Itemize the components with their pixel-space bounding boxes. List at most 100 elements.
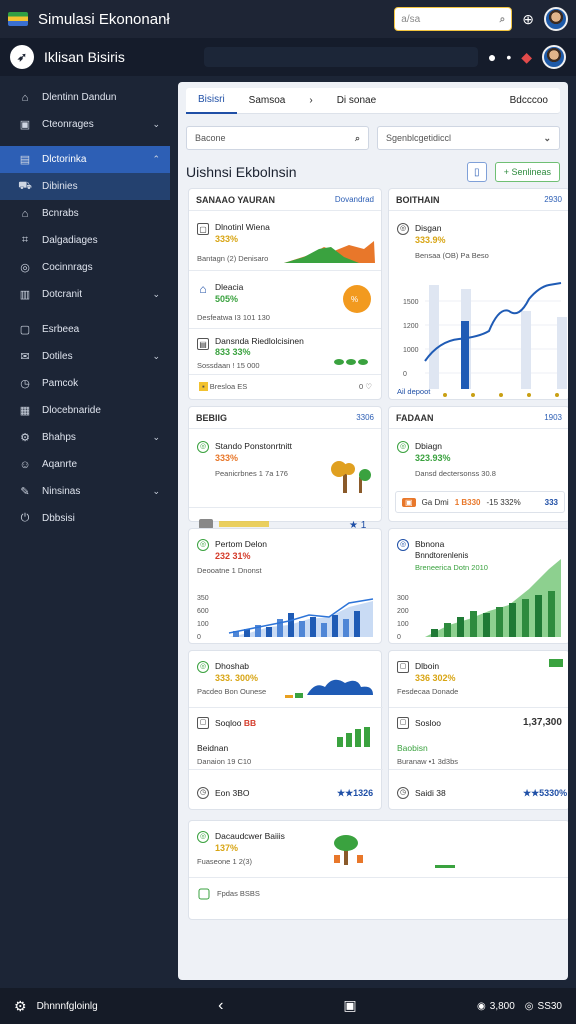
sidebar-item-aqanrte[interactable]: ☺ Aqanrte [0, 451, 170, 478]
sidebar-item-dlocebnaride[interactable]: ▦ Dlocebnaride [0, 397, 170, 424]
sidebar-item-dotiles[interactable]: ✉ Dotiles ⌄ [0, 343, 170, 370]
card-title: FADAAN [396, 412, 434, 423]
pen-icon: ✎ [20, 486, 30, 498]
sidebar-item-dlentinn-dandun[interactable]: ⌂ Dlentinn Dandun [0, 84, 170, 111]
card-products: BEBIIG 3306 ◎ Stando Ponstonrtnitt 333% P… [188, 406, 383, 531]
row-sub: Buranaw •1 3d3bs [397, 757, 458, 766]
card-footer-link[interactable]: Ail depoot [397, 387, 430, 396]
summary-end: 333 [544, 497, 558, 507]
sidebar-item-dibinies[interactable]: ⛟ Dibinies [0, 173, 170, 200]
sidebar-item-dalgadiages[interactable]: ⌗ Dalgadiages [0, 227, 170, 254]
card-link[interactable]: 3306 [356, 413, 374, 422]
chart-bar [266, 627, 272, 637]
status-icon-2: ◎ [524, 1000, 534, 1012]
sidebar-item-ninsinas[interactable]: ✎ Ninsinas ⌄ [0, 478, 170, 505]
chart-bar [535, 595, 542, 637]
chart-bar [288, 613, 294, 637]
pin-icon[interactable]: • [506, 49, 511, 65]
chart-bar [461, 321, 469, 389]
y-tick-label: 600 [197, 608, 209, 615]
settings-button[interactable]: ▯ [466, 162, 487, 182]
sidebar-item-label: Esrbeea [42, 324, 80, 335]
tab-bar: Bisisri Samsoa › Di sonae Bdcccoo [186, 88, 560, 114]
brand-name: Iklisan Bisiris [44, 49, 125, 65]
search-icon: ⌕ [499, 13, 506, 25]
card-growth: BOITHAIN 2930 ◎ Disgan 333.9% Bensaa (OB)… [388, 188, 568, 400]
footer-badge: 0 ♡ [359, 382, 372, 391]
sidebar-item-dotcranit[interactable]: ▥ Dotcranit ⌄ [0, 281, 170, 308]
sidebar-item-bcnrabs[interactable]: ⌂ Bcnrabs [0, 200, 170, 227]
back-icon[interactable]: ‹ [218, 997, 223, 1015]
search-icon: ⌕ [354, 132, 360, 143]
top-search-input[interactable]: a/sa ⌕ [394, 7, 513, 31]
user-avatar[interactable] [542, 45, 566, 69]
chart-bar [310, 617, 316, 637]
chevron-right-icon: › [309, 95, 313, 106]
gear-icon[interactable]: ⚙ [14, 998, 27, 1015]
home-icon: ⌂ [21, 91, 29, 104]
sidebar-item-bhahps[interactable]: ⚙ Bhahps ⌄ [0, 424, 170, 451]
chart-bar [470, 611, 477, 637]
y-tick-label: 100 [397, 621, 409, 628]
search-input[interactable]: Bacone ⌕ [186, 126, 369, 150]
download-icon[interactable]: ⊕ [522, 11, 534, 28]
sidebar-item-cocinnrags[interactable]: ◎ Cocinnrags [0, 254, 170, 281]
card-link[interactable]: 1903 [544, 413, 562, 422]
summary-value: 1 B330 [454, 497, 481, 507]
sidebar-item-dlctorinka[interactable]: ▤ Dlctorinka ⌃ [0, 146, 170, 173]
card-title: BOITHAIN [396, 194, 440, 205]
y-tick-label: 1200 [403, 323, 419, 330]
card-plantation: ◎ Dacaudcwer Baiiis 137% Fuaseone 1 2(3)… [188, 820, 568, 920]
clock-icon: ◷ [397, 787, 409, 799]
list-item: ▢ Dlnotinl Wiena 333% Bantagn (2) Denisa… [189, 211, 381, 271]
green-action-button[interactable]: + Senlineas [494, 162, 560, 182]
row-name: Baobisn [397, 743, 428, 753]
sidebar-item-dbbsisi[interactable]: ⏻ Dbbsisi [0, 505, 170, 532]
y-tick-label: 100 [197, 621, 209, 628]
card-inventory: ◎ Dhoshab 333. 300% Pacdeo Bon Ounese ▢ … [188, 650, 383, 810]
sidebar: ⌂ Dlentinn Dandun ▣ Cteonrages ⌄ ▤ Dlctorinka ⌃… [0, 76, 170, 988]
chart-bar [557, 317, 567, 389]
card-link[interactable]: Dovandrad [335, 195, 374, 204]
app-title: Simulasi Ekononanł [38, 10, 170, 28]
card-footer: ▪ Bresloa ES 0 ♡ [189, 375, 381, 399]
cloud-area-chart [189, 679, 383, 770]
sidebar-item-label: Dotcranit [42, 289, 83, 300]
sidebar-item-esrbeea[interactable]: ▢ Esrbeea [0, 316, 170, 343]
main-area: Bisisri Samsoa › Di sonae Bdcccoo Bacone… [170, 76, 576, 988]
chart-bar [431, 629, 438, 637]
area-mini-chart [284, 241, 375, 263]
help-icon[interactable]: ● [488, 49, 496, 65]
summary-pct: -15 332% [486, 497, 521, 507]
sidebar-item-cteonrages[interactable]: ▣ Cteonrages ⌄ [0, 111, 170, 138]
x-tick-dot [499, 393, 503, 397]
y-tick-label: 1500 [403, 299, 419, 306]
card-sales: SANAAO YAURAN Dovandrad ▢ Dlnotinl Wiena … [188, 188, 382, 400]
y-tick-label: 200 [397, 608, 409, 615]
category-select[interactable]: Sgenblcgetidiccl ⌄ [377, 126, 560, 150]
home-button-icon[interactable]: ▣ [343, 997, 356, 1015]
card-revenue-chart: ◎ Pertom Delon 232 31% Deooatne 1 Dnonst… [188, 528, 382, 644]
tab-bisisri[interactable]: Bisisri [186, 88, 237, 114]
card-link[interactable]: 2930 [544, 195, 562, 204]
chevron-down-icon: ⌄ [152, 119, 160, 129]
tab-samsoa[interactable]: Samsoa [237, 88, 298, 114]
x-tick-dot [471, 393, 475, 397]
tag-icon: ⌗ [21, 234, 29, 246]
tab-bdcccoo[interactable]: Bdcccoo [498, 88, 560, 114]
grid-icon: ▦ [19, 405, 31, 417]
x-tick-dot [527, 393, 531, 397]
sidebar-item-pamcok[interactable]: ◷ Pamcok [0, 370, 170, 397]
avatar[interactable] [544, 7, 568, 31]
row-name: Soqloo BB [215, 718, 257, 728]
notification-icon[interactable]: ◆ [521, 49, 532, 66]
chevron-down-icon: ⌄ [152, 289, 160, 299]
y-tick-label: 300 [397, 595, 409, 602]
row-name: Sosloo [415, 718, 441, 728]
finance-summary-row[interactable]: ▣ Ga Dmi 1 B330 -15 332% 333 [395, 491, 565, 513]
y-tick-label: 1000 [403, 347, 419, 354]
chart-bar [521, 311, 531, 389]
chart-bar [522, 599, 529, 637]
tab-di-sonae[interactable]: Di sonae [325, 88, 388, 114]
list-item: ⌂ Dleacia 505% Desfeatwa I3 101 130 % [189, 271, 381, 329]
